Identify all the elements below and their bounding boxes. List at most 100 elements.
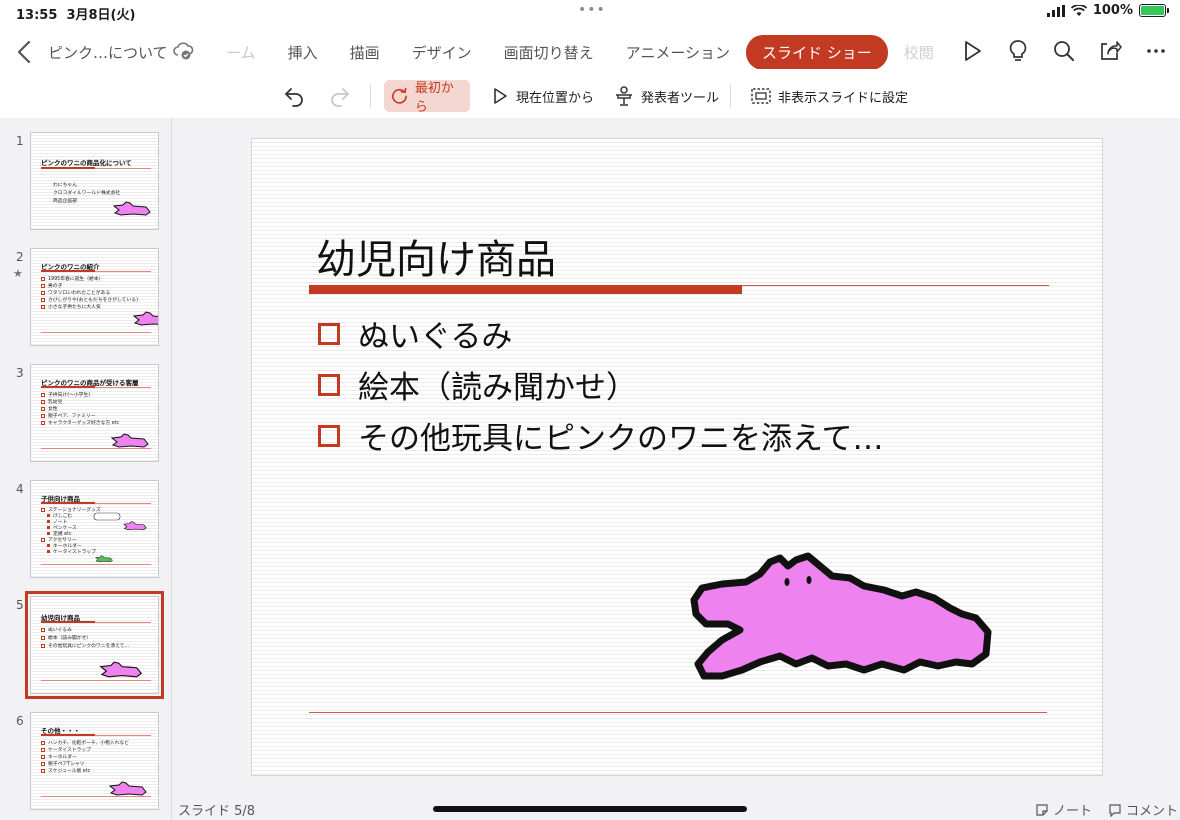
slide-bullet-item[interactable]: 絵本（読み聞かせ） [318,362,637,407]
thumbnail-number: 3 [16,366,24,380]
thumbnail-item: スケジュール帳 etc [41,767,90,774]
slide-title-bar [309,285,742,294]
battery-icon [1139,4,1169,17]
thumbnail-item: 子供向け(～小学生) [41,391,90,398]
from-beginning-button[interactable]: 最初から [384,80,470,115]
slide-thumbnail-4[interactable]: 子供向け商品 ステーショナリーグッズ けしごむ ノート ペンケース 定規 etc… [30,480,159,578]
title-row: ピンク…について ーム 挿入 描画 デザイン 画面切り替え アニメーション スラ… [0,30,1180,74]
comments-button[interactable]: コメント [1108,800,1178,819]
hidden-slide-icon [751,88,771,104]
from-beginning-label: 最初から [414,81,454,115]
thumbnail-text: わにちゃん [53,183,77,188]
hide-slide-label: 非表示スライドに設定 [778,90,909,106]
thumbnail-number: 1 [16,134,24,148]
cloud-check-icon[interactable] [172,41,194,61]
thumbnail-title-line [95,387,151,388]
thumbnail-title-line [95,735,151,736]
back-chevron-icon[interactable] [14,39,36,65]
pink-crocodile-image [113,201,151,216]
pink-crocodile-image [133,311,158,326]
thumbnail-title-bar [41,621,95,623]
presenter-icon [616,86,632,106]
thumbnail-item: 親子ペアTシャツ [41,760,85,767]
slide-bullet-text: ぬいぐるみ [358,319,513,355]
thumbnail-item: 小さな子供たちに大人気 [41,303,101,310]
presenter-tools-button[interactable]: 発表者ツール [607,80,725,112]
ribbon-toolbar: 最初から 現在位置から 発表者ツール 非表示スライドに設定 [0,76,1180,118]
slide-title[interactable]: 幼児向け商品 [316,227,556,285]
from-current-button[interactable]: 現在位置から [484,80,600,112]
more-icon[interactable] [1143,38,1169,64]
tab-animations[interactable]: アニメーション [610,35,746,69]
share-icon[interactable] [1097,38,1123,64]
restart-icon [392,87,407,104]
tab-transitions[interactable]: 画面切り替え [488,35,610,69]
presenter-tools-label: 発表者ツール [641,90,720,106]
status-time: 13:55 3月8日(火) [16,8,136,23]
thumbnail-number: 5 [16,598,24,612]
pink-crocodile-image [111,433,149,448]
lightbulb-icon[interactable] [1005,38,1031,64]
thumbnail-number: 4 [16,482,24,496]
current-slide[interactable]: 幼児向け商品 ぬいぐるみ 絵本（読み聞かせ） その他玩具にピンクのワニを添えて… [251,138,1103,776]
comments-label: コメント [1126,804,1179,819]
multitasking-dots-icon[interactable]: ••• [578,2,606,18]
bullet-box-icon [318,322,340,345]
thumbnail-title-bar [41,270,95,272]
tab-draw[interactable]: 描画 [334,35,396,69]
thumbnail-text: クロコダイルワールド株式会社 [53,191,121,196]
undo-icon[interactable] [282,84,306,108]
tab-insert[interactable]: 挿入 [272,35,334,69]
thumbnail-item: キーホルダー [41,753,77,760]
pink-crocodile-image [123,521,147,531]
slide-bottom-line [309,712,1047,713]
thumbnail-item: ワタツロいわれたことがある [41,289,110,296]
comment-icon [1109,803,1121,817]
slide-thumbnail-pane[interactable]: 1 ピンクのワニの商品化について わにちゃん クロコダイルワールド株式会社 商品… [0,118,172,820]
play-outline-icon [494,88,507,104]
ribbon-tabs: ーム 挿入 描画 デザイン 画面切り替え アニメーション スライド ショー 校閲 [222,35,952,69]
tab-design[interactable]: デザイン [396,35,488,69]
ribbon-separator [730,84,731,108]
slide-thumbnail-1[interactable]: ピンクのワニの商品化について わにちゃん クロコダイルワールド株式会社 商品企画… [30,132,159,230]
thumbnail-item: ケータイストラップ [41,746,91,753]
tab-home[interactable]: ーム [222,35,272,69]
tab-slideshow[interactable]: スライド ショー [746,35,888,69]
speech-bubble-image [93,512,121,521]
thumbnail-item: 乳幼児 [41,398,62,405]
thumbnail-item: 女性 [41,405,58,412]
thumbnail-title-bar [41,386,95,388]
slide-thumbnail-5[interactable]: 幼児向け商品 ぬいぐるみ 絵本（読み聞かせ） その他玩具にピンクのワニを添えて… [25,591,164,699]
thumbnail-item: キャラクターグッズ好きな方 etc [41,419,119,426]
slide-thumbnail-2[interactable]: ピンクのワニの紹介 1995年春に誕生（絵本） 男の子 ワタツロいわれたことがあ… [30,248,159,346]
status-indicators: 100% [1046,3,1169,18]
hide-slide-button[interactable]: 非表示スライドに設定 [744,80,914,112]
slide-thumbnail-3[interactable]: ピンクのワニの商品が受ける客層 子供向け(～小学生) 乳幼児 女性 親子ペア、フ… [30,364,159,462]
bullet-box-icon [318,424,340,447]
slide-bullet-item[interactable]: ぬいぐるみ [318,311,512,356]
document-title[interactable]: ピンク…について [48,42,168,63]
thumbnail-text: 商品企画部 [53,199,77,204]
redo-icon[interactable] [328,84,352,108]
slide-thumbnail-6[interactable]: その他・・・ ハンカチ、化粧ポーチ、小物入れなど ケータイストラップ キーホルダ… [30,712,159,810]
thumbnail-subitem: ケータイストラップ [47,548,96,555]
notes-button[interactable]: ノート [1035,800,1092,819]
thumbnail-item: 親子ペア、ファミリー [41,412,96,419]
thumbnail-item: ハンカチ、化粧ポーチ、小物入れなど [41,739,129,746]
search-icon[interactable] [1051,38,1077,64]
tab-review[interactable]: 校閲 [888,35,934,69]
home-indicator[interactable] [433,806,747,812]
pink-crocodile-image[interactable] [688,552,998,682]
thumbnail-title-line [95,503,151,504]
thumbnail-number: 2 [16,250,24,264]
slide-bullet-item[interactable]: その他玩具にピンクのワニを添えて… [318,413,883,458]
battery-percent: 100% [1092,3,1133,18]
thumbnail-bottom-line [41,332,151,333]
thumbnail-title: ピンクのワニの商品化について [41,159,132,167]
play-icon[interactable] [959,38,985,64]
thumbnail-bottom-line [41,680,151,681]
from-current-label: 現在位置から [516,90,595,106]
thumbnail-bottom-line [41,796,151,797]
status-bar: 13:55 3月8日(火) ••• 100% [0,0,1180,26]
thumbnail-bottom-line [41,448,151,449]
